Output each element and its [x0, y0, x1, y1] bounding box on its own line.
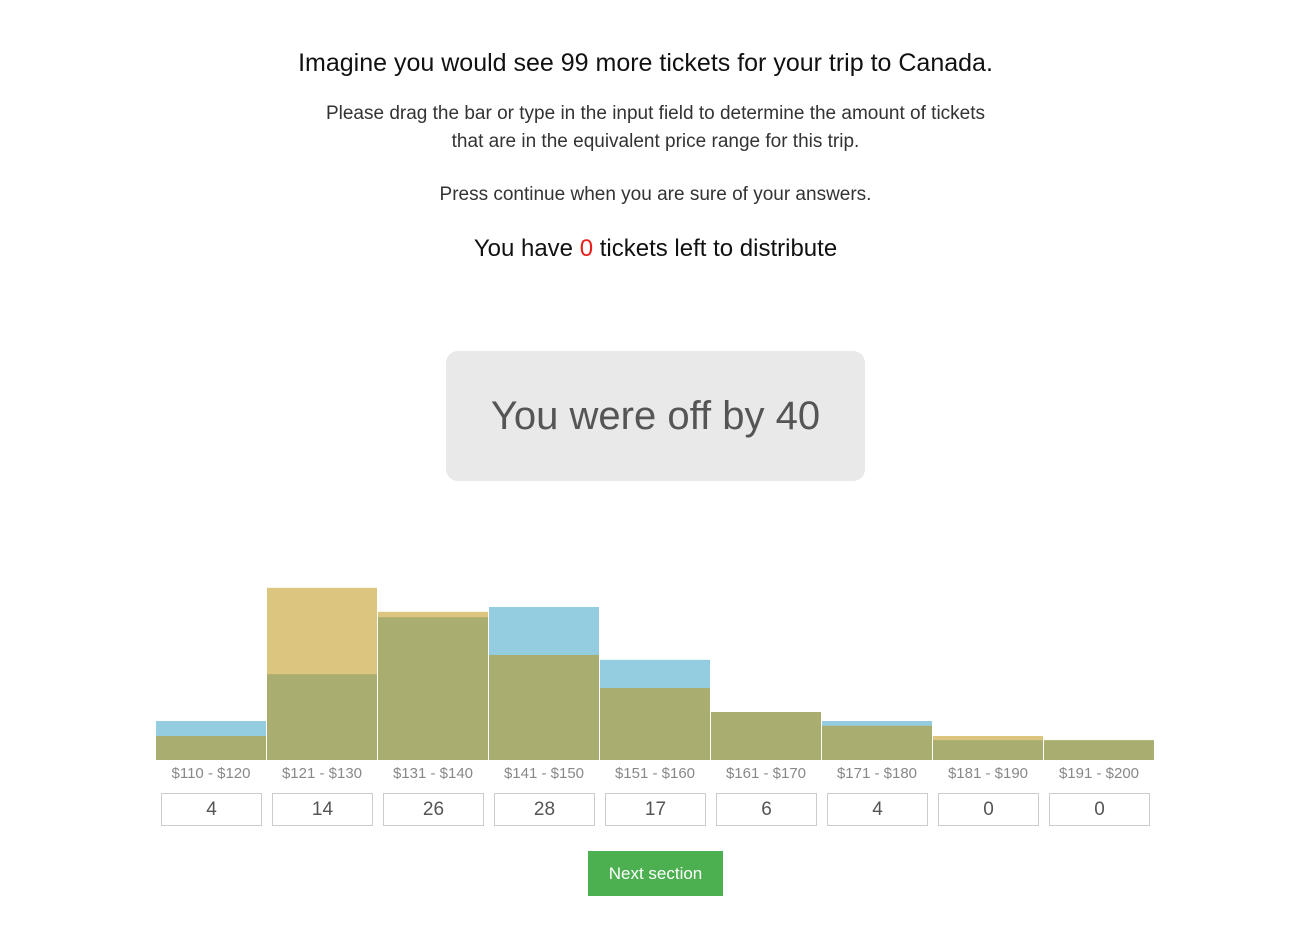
bar-overlap-7[interactable]	[822, 725, 932, 760]
bar-overlap-2[interactable]	[267, 674, 377, 760]
bin-label: $141 - $150	[504, 765, 584, 782]
bin-input-7[interactable]	[827, 793, 928, 826]
bin-label: $110 - $120	[172, 765, 251, 782]
bin-label: $191 - $200	[1059, 765, 1139, 782]
bin-label: $121 - $130	[282, 765, 362, 782]
tickets-remaining: You have 0 tickets left to distribute	[0, 235, 1291, 263]
bin-label: $161 - $170	[726, 765, 806, 782]
page-title: Imagine you would see 99 more tickets fo…	[298, 49, 993, 77]
bin-input-1[interactable]	[161, 793, 262, 826]
bin-input-8[interactable]	[938, 793, 1039, 826]
bin-label: $171 - $180	[837, 765, 917, 782]
bar-overlap-6[interactable]	[711, 712, 821, 760]
bar-overlap-8[interactable]	[933, 740, 1043, 760]
bin-input-3[interactable]	[383, 793, 484, 826]
bar-overlap-4[interactable]	[489, 655, 599, 760]
result-box: You were off by 40	[446, 351, 865, 481]
bar-overlap-5[interactable]	[600, 688, 710, 760]
bin-input-4[interactable]	[494, 793, 595, 826]
bar-overlap-9[interactable]	[1044, 740, 1154, 760]
remaining-suffix: tickets left to distribute	[593, 235, 838, 262]
press-continue-text: Press continue when you are sure of your…	[439, 184, 872, 205]
instruction-line-1: Please drag the bar or type in the input…	[325, 103, 986, 124]
bin-label: $151 - $160	[615, 765, 695, 782]
bin-input-9[interactable]	[1049, 793, 1150, 826]
bin-input-6[interactable]	[716, 793, 817, 826]
instruction-line-2: that are in the equivalent price range f…	[451, 131, 860, 152]
remaining-count: 0	[579, 235, 594, 262]
bin-label: $181 - $190	[948, 765, 1028, 782]
next-section-button[interactable]: Next section	[588, 851, 723, 896]
histogram-chart: $110 - $120 $121 - $130 $131 - $140 $141 - …	[156, 587, 1154, 782]
bar-overlap-1[interactable]	[156, 736, 266, 760]
bin-input-2[interactable]	[272, 793, 373, 826]
remaining-prefix: You have	[473, 235, 580, 262]
instructions: Please drag the bar or type in the input…	[0, 100, 1291, 156]
result-text: You were off by 40	[490, 393, 821, 438]
bin-input-5[interactable]	[605, 793, 706, 826]
bin-label: $131 - $140	[393, 765, 473, 782]
bar-overlap-3[interactable]	[378, 617, 488, 760]
